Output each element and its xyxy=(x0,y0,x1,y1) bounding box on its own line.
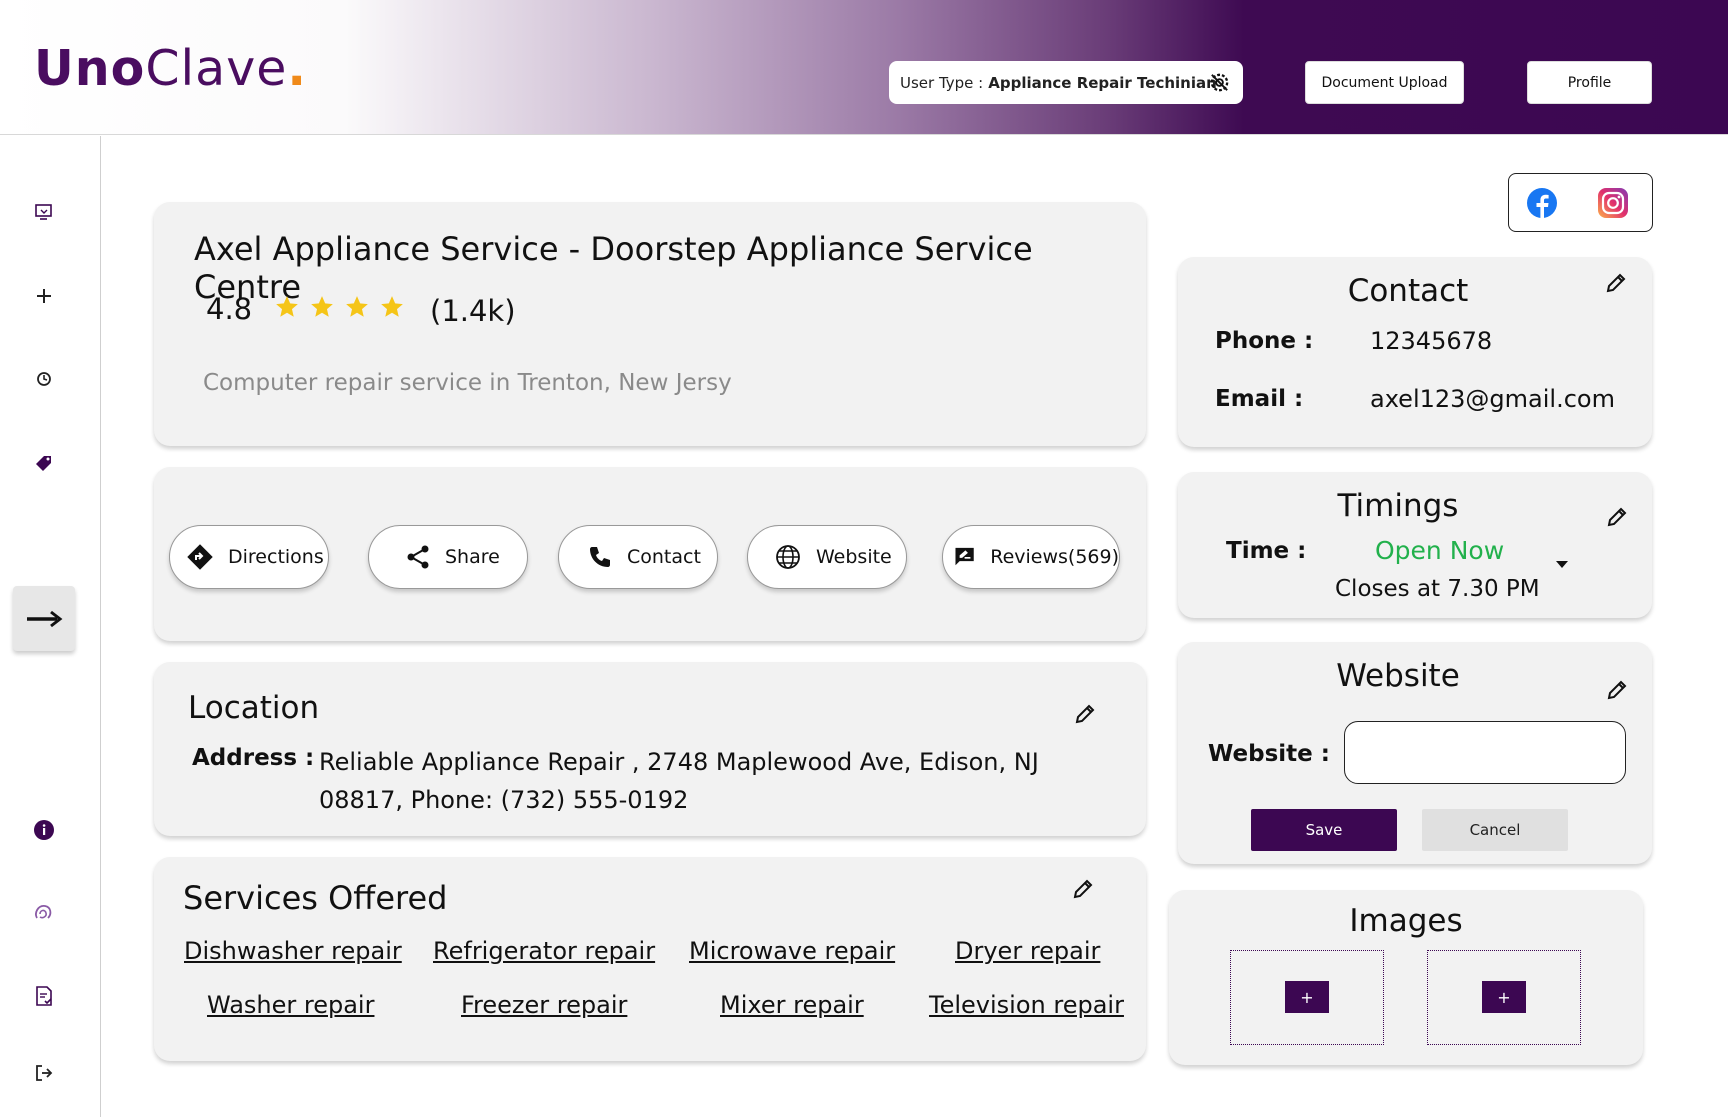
user-type-selector[interactable]: User Type : Appliance Repair Techinian xyxy=(889,61,1243,104)
add-image-button[interactable]: + xyxy=(1482,981,1526,1013)
contact-title: Contact xyxy=(1347,273,1469,309)
address-label: Address : xyxy=(192,745,315,771)
timings-title: Timings xyxy=(1337,488,1459,524)
timings-card: Timings Time : Open Now Closes at 7.30 P… xyxy=(1178,472,1652,618)
image-slot[interactable]: + xyxy=(1427,950,1581,1045)
website-input[interactable] xyxy=(1344,721,1626,784)
dashboard-icon[interactable] xyxy=(30,198,58,226)
history-icon[interactable] xyxy=(30,365,58,393)
chevron-down-icon[interactable] xyxy=(1556,561,1568,568)
user-type-value: Appliance Repair Techinian xyxy=(988,73,1217,92)
service-item[interactable]: Dishwasher repair xyxy=(184,937,402,965)
email-value: axel123@gmail.com xyxy=(1370,385,1615,413)
support-icon[interactable] xyxy=(30,899,58,927)
edit-services-icon[interactable] xyxy=(1071,877,1095,901)
social-links xyxy=(1508,173,1653,232)
share-button[interactable]: Share xyxy=(368,525,528,589)
open-status: Open Now xyxy=(1375,536,1505,565)
services-card: Services Offered Dishwasher repair Refri… xyxy=(154,857,1146,1061)
address-value: Reliable Appliance Repair , 2748 Maplewo… xyxy=(319,748,1039,814)
service-item[interactable]: Television repair xyxy=(929,991,1124,1019)
rating-value: 4.8 xyxy=(206,292,253,326)
website-label: Website : xyxy=(1208,741,1330,767)
directions-icon xyxy=(187,544,213,570)
share-icon xyxy=(407,545,429,569)
images-card: Images + + xyxy=(1169,890,1643,1065)
phone-value: 12345678 xyxy=(1370,327,1493,355)
gear-icon[interactable] xyxy=(1208,71,1231,94)
website-card: Website Website : Save Cancel xyxy=(1178,642,1652,864)
contact-button[interactable]: Contact xyxy=(558,525,718,589)
edit-location-icon[interactable] xyxy=(1073,702,1097,726)
website-button[interactable]: Website xyxy=(747,525,907,589)
service-item[interactable]: Washer repair xyxy=(207,991,374,1019)
tag-icon[interactable] xyxy=(30,448,58,476)
service-item[interactable]: Refrigerator repair xyxy=(433,937,655,965)
user-type-label: User Type : xyxy=(900,73,984,92)
service-item[interactable]: Dryer repair xyxy=(955,937,1100,965)
star-icon xyxy=(311,296,333,317)
save-button[interactable]: Save xyxy=(1251,809,1397,851)
sidebar xyxy=(0,136,101,1117)
service-item[interactable]: Mixer repair xyxy=(720,991,864,1019)
instagram-icon[interactable] xyxy=(1597,187,1629,219)
star-rating xyxy=(274,294,405,320)
arrow-right-icon xyxy=(27,610,63,627)
business-summary-card: Axel Appliance Service - Doorstep Applia… xyxy=(154,202,1146,446)
reviews-icon xyxy=(955,547,974,566)
collapse-sidebar-button[interactable] xyxy=(13,586,75,651)
cancel-button[interactable]: Cancel xyxy=(1422,809,1568,851)
service-item[interactable]: Freezer repair xyxy=(461,991,627,1019)
edit-timings-icon[interactable] xyxy=(1605,505,1629,529)
star-icon xyxy=(381,296,403,317)
top-header: UnoClave. User Type : Appliance Repair T… xyxy=(0,0,1728,135)
closing-time: Closes at 7.30 PM xyxy=(1335,576,1540,602)
location-card: Location Address : Reliable Appliance Re… xyxy=(154,662,1146,836)
logo[interactable]: UnoClave. xyxy=(34,40,307,97)
logout-icon[interactable] xyxy=(30,1059,58,1087)
business-description: Computer repair service in Trenton, New … xyxy=(203,370,732,396)
website-title: Website xyxy=(1336,658,1460,694)
location-title: Location xyxy=(188,690,320,726)
phone-icon xyxy=(590,547,610,567)
facebook-icon[interactable] xyxy=(1526,187,1558,219)
email-label: Email : xyxy=(1215,386,1304,412)
image-slot[interactable]: + xyxy=(1230,950,1384,1045)
globe-icon xyxy=(776,545,800,569)
services-title: Services Offered xyxy=(183,879,448,917)
add-icon[interactable] xyxy=(30,282,58,310)
images-title: Images xyxy=(1349,903,1463,939)
document-check-icon[interactable] xyxy=(30,982,58,1010)
info-icon[interactable] xyxy=(30,816,58,844)
directions-button[interactable]: Directions xyxy=(169,525,329,589)
star-icon xyxy=(346,296,368,317)
phone-label: Phone : xyxy=(1215,328,1314,354)
profile-button[interactable]: Profile xyxy=(1527,61,1652,104)
edit-website-icon[interactable] xyxy=(1605,678,1629,702)
actions-card: Directions Share Contact Website Reviews… xyxy=(154,467,1146,641)
reviews-button[interactable]: Reviews(569) xyxy=(942,525,1120,589)
edit-contact-icon[interactable] xyxy=(1604,271,1628,295)
document-upload-button[interactable]: Document Upload xyxy=(1305,61,1464,104)
time-label: Time : xyxy=(1226,538,1307,564)
add-image-button[interactable]: + xyxy=(1285,981,1329,1013)
contact-card: Contact Phone : 12345678 Email : axel123… xyxy=(1178,257,1652,447)
star-icon xyxy=(276,296,298,317)
rating-count: (1.4k) xyxy=(430,294,516,328)
service-item[interactable]: Microwave repair xyxy=(689,937,895,965)
